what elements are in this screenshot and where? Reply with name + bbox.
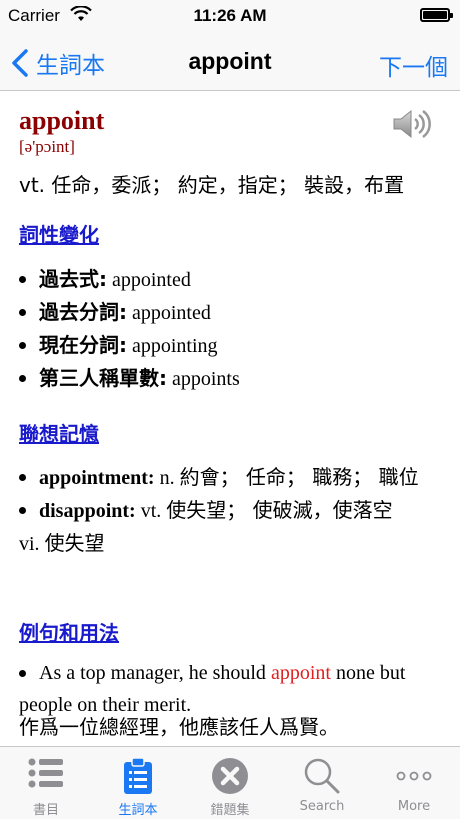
tab-search[interactable]: Search (276, 747, 368, 819)
list-icon (28, 758, 63, 788)
search-icon (304, 758, 340, 794)
example-translation: 作爲一位總經理，他應該任人爲賢。 (19, 715, 339, 739)
entry-phonetic: [ə'pɔint] (19, 137, 75, 156)
tab-vocabulary[interactable]: 生詞本 (92, 747, 184, 819)
more-icon (396, 771, 432, 781)
back-button-label: 生詞本 (36, 53, 105, 79)
clipboard-icon (124, 757, 152, 794)
close-circle-icon (212, 758, 248, 794)
list-item: 現在分詞: appointing (19, 329, 429, 362)
tab-label: 生詞本 (118, 803, 158, 818)
back-button[interactable]: 生詞本 (10, 46, 105, 80)
tab-books[interactable]: 書目 (0, 747, 92, 819)
navigation-bar: 生詞本 appoint 下一個 (0, 36, 460, 91)
tab-mistakes[interactable]: 錯題集 (184, 747, 276, 819)
inflections-list: 過去式: appointed 過去分詞: appointed 現在分詞: app… (19, 263, 429, 395)
examples-heading[interactable]: 例句和用法 (19, 617, 119, 646)
tab-label: 錯題集 (210, 803, 250, 818)
tab-label: More (397, 799, 431, 814)
associations-list: appointment: n. 約會； 任命； 職務； 職位 disappoin… (19, 461, 429, 560)
list-item: 過去式: appointed (19, 263, 429, 296)
tab-bar: 書目 生詞本 錯題集 Search More (0, 746, 460, 819)
associations-heading[interactable]: 聯想記憶 (19, 418, 99, 447)
entry-content[interactable]: appoint [ə'pɔint] vt. 任命，委派； 約定，指定； 裝設，布… (0, 91, 460, 746)
speaker-icon[interactable] (392, 108, 432, 140)
list-item: 過去分詞: appointed (19, 296, 429, 329)
highlighted-word: appoint (270, 662, 331, 684)
list-item: appointment: n. 約會； 任命； 職務； 職位 (19, 461, 429, 494)
list-item: 第三人稱單數: appoints (19, 362, 429, 395)
inflections-heading[interactable]: 詞性變化 (19, 219, 99, 248)
next-button[interactable]: 下一個 (379, 48, 448, 82)
status-bar: Carrier 11:26 AM (0, 0, 460, 36)
entry-definition: vt. 任命，委派； 約定，指定； 裝設，布置 (19, 173, 405, 197)
status-time: 11:26 AM (193, 6, 267, 25)
entry-word: appoint (19, 106, 105, 135)
tab-label: 書目 (32, 803, 59, 818)
tab-label: Search (299, 799, 345, 814)
list-item: disappoint: vt. 使失望； 使破滅，使落空 vi. 使失望 (19, 494, 429, 560)
tab-more[interactable]: More (368, 747, 460, 819)
battery-icon (420, 8, 453, 22)
chevron-left-icon (12, 49, 28, 77)
